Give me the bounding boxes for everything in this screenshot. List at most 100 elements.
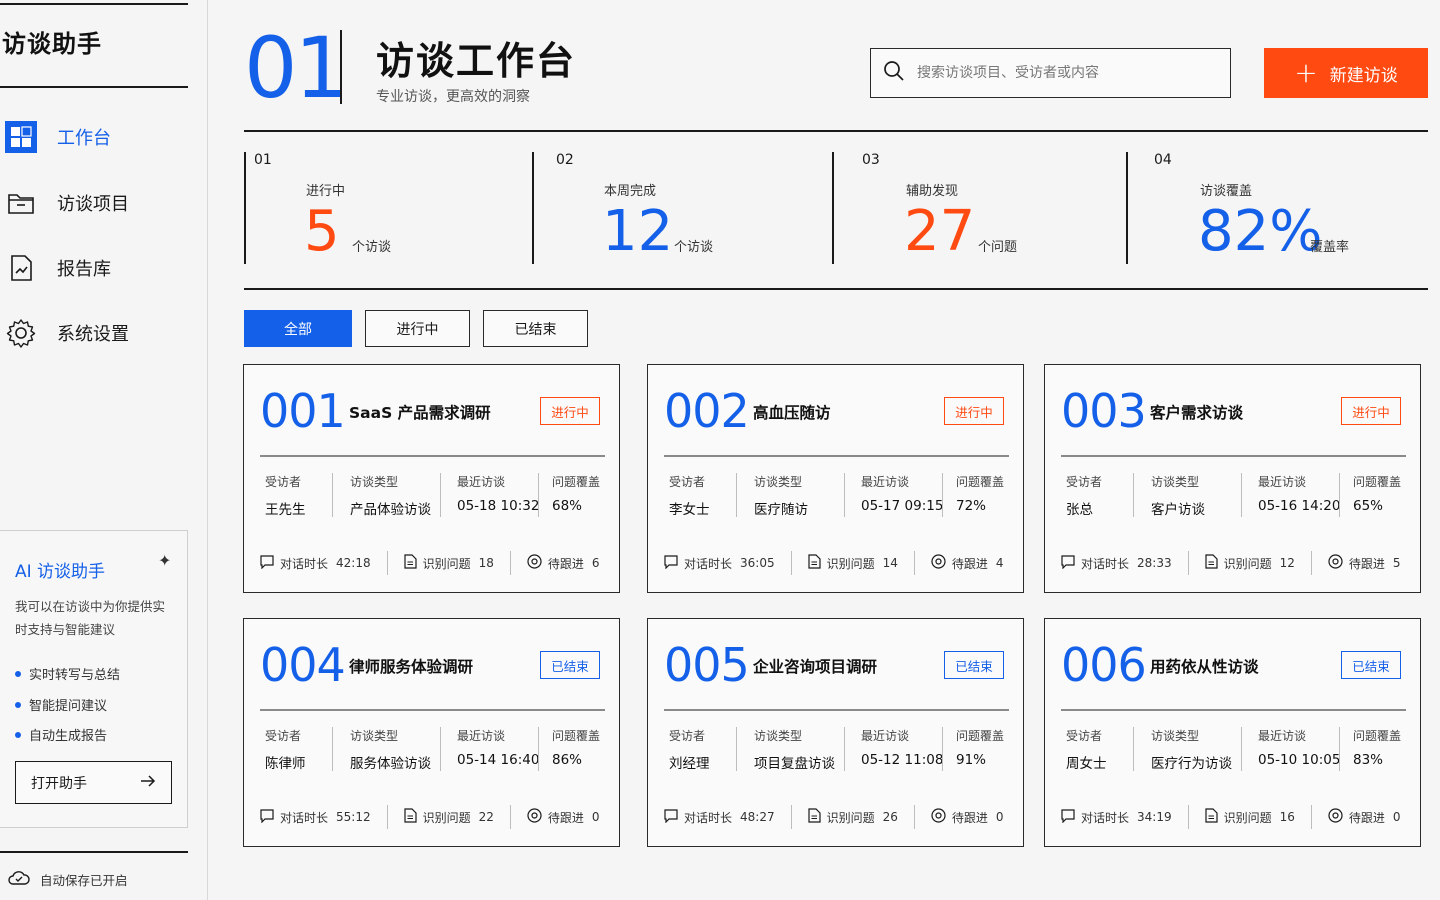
metric-duration: 对话时长 48:27 xyxy=(664,808,775,826)
divider xyxy=(790,805,792,829)
ai-feature-label: 智能提问建议 xyxy=(29,699,108,714)
project-number: 002 xyxy=(664,384,750,438)
filter-all[interactable]: 全部 xyxy=(244,310,352,347)
metric-duration: 对话时长 28:33 xyxy=(1061,554,1172,572)
field-label: 最近访谈 xyxy=(1258,475,1307,489)
divider xyxy=(844,473,845,517)
field-label: 最近访谈 xyxy=(861,475,910,489)
report-icon xyxy=(3,250,39,286)
field-label: 访谈类型 xyxy=(1151,475,1200,489)
metric-label: 识别问题 xyxy=(1223,810,1272,825)
stat-index: 03 xyxy=(862,152,880,168)
plus-icon: + xyxy=(1294,56,1318,89)
coverage-value: 83% xyxy=(1353,752,1384,768)
project-card[interactable]: 004 律师服务体验调研 已结束 受访者 陈律师 访谈类型 服务体验访谈 最近访… xyxy=(243,618,620,847)
metric-value: 26 xyxy=(882,810,898,824)
field-label: 访谈类型 xyxy=(350,729,399,743)
type-value: 产品体验访谈 xyxy=(350,502,431,518)
target-icon xyxy=(931,808,952,826)
metric-label: 识别问题 xyxy=(422,556,471,571)
arrow-right-icon xyxy=(140,774,156,791)
document-icon xyxy=(808,554,827,572)
project-number: 003 xyxy=(1061,384,1147,438)
stat-coverage: 04 访谈覆盖 82% 覆盖率 xyxy=(1126,152,1428,264)
divider xyxy=(664,455,1009,457)
metric-label: 待跟进 xyxy=(951,556,988,571)
divider xyxy=(244,288,1428,290)
coverage-value: 91% xyxy=(956,752,987,768)
divider xyxy=(1061,455,1406,457)
stat-label: 进行中 xyxy=(306,184,346,199)
sidebar-item-dashboard[interactable]: 工作台 xyxy=(0,115,188,159)
divider xyxy=(942,727,943,771)
metric-duration: 对话时长 42:18 xyxy=(260,554,371,572)
sidebar-item-projects[interactable]: 访谈项目 xyxy=(0,181,188,225)
new-interview-button[interactable]: + 新建访谈 xyxy=(1264,48,1428,98)
metric-followups: 待跟进 0 xyxy=(527,808,600,826)
metric-value: 28:33 xyxy=(1137,556,1172,570)
metric-duration: 对话时长 55:12 xyxy=(260,808,371,826)
sidebar-item-reports[interactable]: 报告库 xyxy=(0,246,188,290)
divider xyxy=(1133,473,1134,517)
field-recent: 最近访谈 05-17 09:15 xyxy=(861,473,943,514)
search-input[interactable] xyxy=(917,65,1217,81)
chat-bubble-icon xyxy=(260,554,280,572)
metric-value: 14 xyxy=(882,556,898,570)
divider xyxy=(1187,551,1189,575)
metric-value: 0 xyxy=(995,810,1004,824)
ai-feature-item: 自动生成报告 xyxy=(15,725,107,744)
metric-duration: 对话时长 36:05 xyxy=(664,554,775,572)
page-number: 01 xyxy=(244,19,348,117)
divider xyxy=(844,727,845,771)
stat-value: 27 xyxy=(904,199,976,264)
sidebar-item-label: 工作台 xyxy=(57,128,111,149)
field-recent: 最近访谈 05-18 10:32 xyxy=(457,473,539,514)
project-title: SaaS 产品需求调研 xyxy=(349,404,491,422)
field-label: 受访者 xyxy=(1066,475,1103,489)
type-value: 医疗随访 xyxy=(754,502,808,518)
metric-label: 识别问题 xyxy=(1223,556,1272,571)
project-card[interactable]: 003 客户需求访谈 进行中 受访者 张总 访谈类型 客户访谈 最近访谈 05-… xyxy=(1044,364,1421,593)
bullet-icon xyxy=(15,701,21,708)
app-title: 访谈助手 xyxy=(2,30,102,58)
divider xyxy=(664,709,1009,711)
folder-icon xyxy=(3,185,39,221)
sidebar-item-label: 系统设置 xyxy=(57,324,129,345)
project-card[interactable]: 005 企业咨询项目调研 已结束 受访者 刘经理 访谈类型 项目复盘访谈 最近访… xyxy=(647,618,1024,847)
divider xyxy=(1126,152,1128,264)
open-assistant-label: 打开助手 xyxy=(31,775,87,792)
divider xyxy=(736,473,737,517)
open-assistant-button[interactable]: 打开助手 xyxy=(15,761,172,804)
project-number: 004 xyxy=(260,638,346,692)
field-type: 访谈类型 项目复盘访谈 xyxy=(754,727,835,772)
filter-ended[interactable]: 已结束 xyxy=(483,310,588,347)
project-card[interactable]: 006 用药依从性访谈 已结束 受访者 周女士 访谈类型 医疗行为访谈 最近访谈… xyxy=(1044,618,1421,847)
search-box[interactable] xyxy=(870,48,1231,98)
ai-feature-item: 实时转写与总结 xyxy=(15,664,120,683)
stat-value: 12 xyxy=(602,199,674,264)
project-card[interactable]: 002 高血压随访 进行中 受访者 李女士 访谈类型 医疗随访 最近访谈 05-… xyxy=(647,364,1024,593)
sidebar-item-settings[interactable]: 系统设置 xyxy=(0,311,188,355)
field-label: 问题覆盖 xyxy=(1353,729,1402,743)
filter-ongoing[interactable]: 进行中 xyxy=(365,310,470,347)
metric-value: 34:19 xyxy=(1137,810,1172,824)
card-metrics: 对话时长 55:12 识别问题 22 待跟进 0 xyxy=(260,801,605,833)
bullet-icon xyxy=(15,731,21,738)
field-label: 问题覆盖 xyxy=(552,729,601,743)
metric-value: 6 xyxy=(591,556,600,570)
stat-index: 01 xyxy=(254,152,272,168)
metric-followups: 待跟进 0 xyxy=(931,808,1004,826)
sidebar-item-label: 访谈项目 xyxy=(57,194,129,215)
document-icon xyxy=(808,808,827,826)
field-coverage: 问题覆盖 83% xyxy=(1353,727,1401,768)
metric-issues: 识别问题 12 xyxy=(1205,554,1295,572)
metric-duration: 对话时长 34:19 xyxy=(1061,808,1172,826)
target-icon xyxy=(527,808,548,826)
interviewee-value: 张总 xyxy=(1066,502,1093,518)
divider xyxy=(0,851,188,853)
metric-followups: 待跟进 5 xyxy=(1328,554,1401,572)
project-card[interactable]: 001 SaaS 产品需求调研 进行中 受访者 王先生 访谈类型 产品体验访谈 … xyxy=(243,364,620,593)
divider xyxy=(1133,727,1134,771)
search-icon xyxy=(883,60,905,86)
stat-label: 辅助发现 xyxy=(906,184,959,199)
